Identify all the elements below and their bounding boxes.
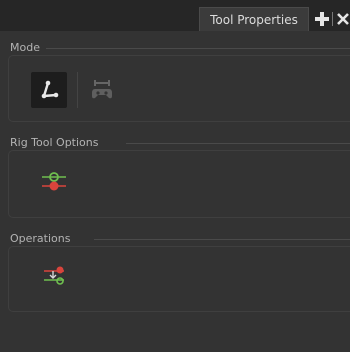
tab-separator: [332, 12, 333, 26]
operations-title: Operations: [10, 232, 71, 245]
close-icon: [336, 13, 349, 25]
plus-icon: [315, 12, 329, 26]
rig-tool-options-rule: [126, 143, 350, 144]
tab-tool-properties[interactable]: Tool Properties: [199, 7, 309, 31]
rig-bone-icon: [41, 80, 59, 99]
tab-title: Tool Properties: [210, 12, 298, 27]
mode-group-rule: [46, 48, 350, 49]
add-panel-button[interactable]: [313, 9, 331, 29]
panel-tab-bar: Tool Properties: [0, 0, 350, 31]
game-rig-mode-button[interactable]: [84, 72, 120, 108]
operations-rule: [94, 239, 350, 240]
close-panel-button[interactable]: [335, 9, 350, 29]
rig-option-button[interactable]: [36, 164, 72, 200]
rig-tool-options-title: Rig Tool Options: [10, 136, 99, 149]
rig-nodes-icon: [42, 172, 66, 191]
mode-group-title: Mode: [10, 41, 40, 54]
tool-properties-panel: Mode Rig Tool Options Operations: [0, 31, 350, 352]
game-rig-icon: [92, 80, 112, 99]
rig-mode-button[interactable]: [31, 72, 67, 108]
operation-button[interactable]: [36, 257, 72, 293]
reset-rig-icon: [44, 266, 64, 285]
mode-separator: [77, 72, 78, 108]
